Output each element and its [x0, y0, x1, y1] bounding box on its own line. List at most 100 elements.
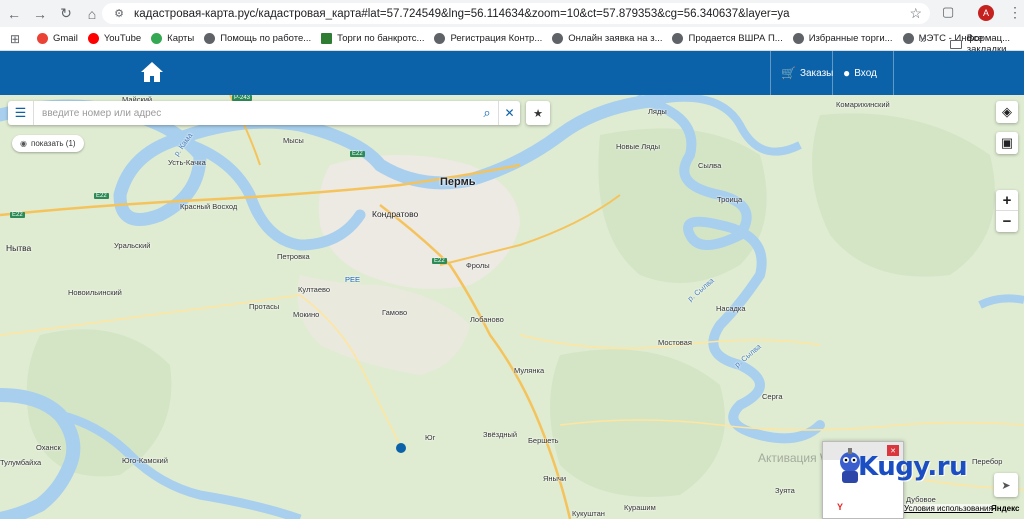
place-sylva: Сылва — [698, 161, 722, 170]
home-icon[interactable]: ⌂ — [80, 2, 104, 26]
map-marker[interactable] — [396, 443, 406, 453]
globe-icon — [792, 33, 804, 44]
apps-icon[interactable]: ⊞ — [3, 29, 27, 49]
place-lobanovo: Лобаново — [470, 315, 504, 324]
place-gamovo: Гамово — [382, 308, 408, 317]
orders-button[interactable]: 🛒 Заказы — [770, 51, 833, 95]
frame-icon[interactable]: ▣ — [996, 132, 1018, 154]
place-troitsa: Троица — [717, 195, 743, 204]
place-nasadka: Насадка — [716, 304, 746, 313]
place-tulumbaikha: Тулумбайха — [0, 458, 42, 467]
road-e22: E22 — [432, 258, 447, 264]
profile-avatar[interactable]: A — [978, 5, 994, 21]
road-e22: E22 — [10, 212, 25, 218]
place-uralsky: Уральский — [114, 241, 151, 250]
home-icon[interactable] — [140, 61, 164, 83]
place-lyady: Ляды — [648, 107, 667, 116]
place-novye-lyady: Новые Ляды — [616, 142, 660, 151]
zoom-in-button[interactable]: + — [996, 190, 1018, 211]
search-input[interactable] — [34, 102, 476, 124]
place-kondratovo: Кондратово — [372, 209, 419, 219]
place-yugo-kamsky: Юго-Камский — [122, 456, 168, 465]
bookmark-sale[interactable]: Продается ВШРА П... — [672, 33, 783, 44]
bookmark-help[interactable]: Помощь по работе... — [204, 33, 311, 44]
reload-icon[interactable]: ↻ — [54, 2, 78, 26]
place-yug: Юг — [425, 433, 436, 442]
back-icon[interactable]: ← — [2, 2, 26, 26]
address-bar[interactable]: ⚙ кадастровая-карта.рус/кадастровая_карт… — [102, 3, 930, 24]
yandex-icon[interactable]: Y — [833, 500, 847, 514]
road-e22: E22 — [350, 151, 365, 157]
place-mokino: Мокино — [293, 310, 320, 319]
airport-label: PEE — [345, 275, 361, 284]
bookmark-bankruptcy[interactable]: Торги по банкротс... — [321, 33, 424, 44]
activation-watermark: Активация W — [758, 451, 832, 465]
youtube-icon — [87, 33, 99, 44]
place-zuyata: Зуята — [775, 486, 795, 495]
place-mostovaya: Мостовая — [658, 338, 692, 347]
close-icon[interactable]: ✕ — [498, 101, 520, 125]
search-icon[interactable]: ⌕ — [476, 101, 498, 125]
place-serga: Серга — [762, 392, 783, 401]
cart-icon: 🛒 — [781, 66, 796, 80]
menu-icon[interactable]: ⋮ — [1008, 4, 1022, 21]
globe-icon — [434, 33, 446, 44]
search-bar: ☰ ⌕ ✕ — [8, 101, 520, 125]
bookmark-favorites[interactable]: Избранные торги... — [792, 33, 893, 44]
place-nytva: Нытва — [6, 243, 32, 253]
place-novoilyinsky: Новоильинский — [68, 288, 122, 297]
menu-icon[interactable]: ☰ — [8, 101, 34, 125]
place-okhansk: Оханск — [36, 443, 61, 452]
place-myisy: Мысы — [283, 136, 304, 145]
place-dubovoe: Дубовое — [906, 495, 936, 504]
login-button[interactable]: ● Вход — [832, 51, 894, 95]
zoom-control: + − — [996, 190, 1018, 232]
place-mulyanka: Мулянка — [514, 366, 545, 375]
layers-icon[interactable]: ◈ — [996, 101, 1018, 123]
bookmark-youtube[interactable]: YouTube — [87, 33, 141, 44]
place-ust-kachka: Усть-Качка — [168, 158, 206, 167]
place-perm: Пермь — [440, 176, 476, 188]
chevron-right-icon[interactable]: » — [920, 32, 927, 46]
bookmark-online-request[interactable]: Онлайн заявка на з... — [552, 33, 662, 44]
bookmark-registration[interactable]: Регистрация Контр... — [434, 33, 542, 44]
maps-icon — [151, 33, 163, 44]
yandex-logo[interactable]: Яндекс — [991, 504, 1019, 513]
site-info-icon[interactable]: ⚙ — [112, 7, 126, 21]
place-protasy: Протасы — [249, 302, 280, 311]
terms-link[interactable]: Условия использования — [904, 504, 993, 513]
star-icon[interactable]: ★ — [526, 101, 550, 125]
bookmarks-bar: ⊞ Gmail YouTube Карты Помощь по работе..… — [0, 27, 1024, 55]
place-petrovka: Петровка — [277, 252, 310, 261]
place-kukushtan: Кукуштан — [572, 509, 605, 518]
bookmark-star-icon[interactable]: ☆ — [909, 5, 922, 22]
zoom-out-button[interactable]: − — [996, 211, 1018, 232]
place-zvezdny: Звёздный — [483, 430, 518, 439]
place-komarikhinsky: Комарихинский — [836, 100, 890, 109]
folder-icon — [950, 39, 962, 49]
place-bershet: Бершеть — [528, 436, 559, 445]
road-e22: E22 — [94, 193, 109, 199]
place-froly: Фролы — [466, 261, 490, 270]
globe-icon — [902, 33, 914, 44]
place-yanychi: Янычи — [543, 474, 567, 483]
url-text[interactable]: кадастровая-карта.рус/кадастровая_карта#… — [134, 8, 790, 20]
browser-toolbar: ← → ↻ ⌂ ⚙ кадастровая-карта.рус/кадастро… — [0, 0, 1024, 27]
site-header: 🛒 Заказы ● Вход — [0, 51, 1024, 95]
kugy-logo[interactable]: Kugy.ru — [858, 452, 968, 482]
bookmark-maps[interactable]: Карты — [151, 33, 194, 44]
bankruptcy-icon — [321, 33, 333, 44]
forward-icon[interactable]: → — [28, 2, 52, 26]
globe-icon — [204, 33, 216, 44]
globe-icon — [552, 33, 564, 44]
place-krasny-voskhod: Красный Восход — [180, 202, 238, 211]
bookmark-gmail[interactable]: Gmail — [37, 33, 78, 44]
place-perebor: Перебор — [972, 457, 1003, 466]
eye-icon: ◉ — [20, 139, 27, 148]
place-kurashim: Курашим — [624, 503, 656, 512]
geolocation-icon[interactable]: ➤ — [994, 473, 1018, 497]
globe-icon — [672, 33, 684, 44]
show-button[interactable]: ◉ показать (1) — [12, 135, 84, 152]
extensions-icon[interactable]: ▢ — [942, 4, 954, 20]
user-icon: ● — [843, 66, 851, 80]
